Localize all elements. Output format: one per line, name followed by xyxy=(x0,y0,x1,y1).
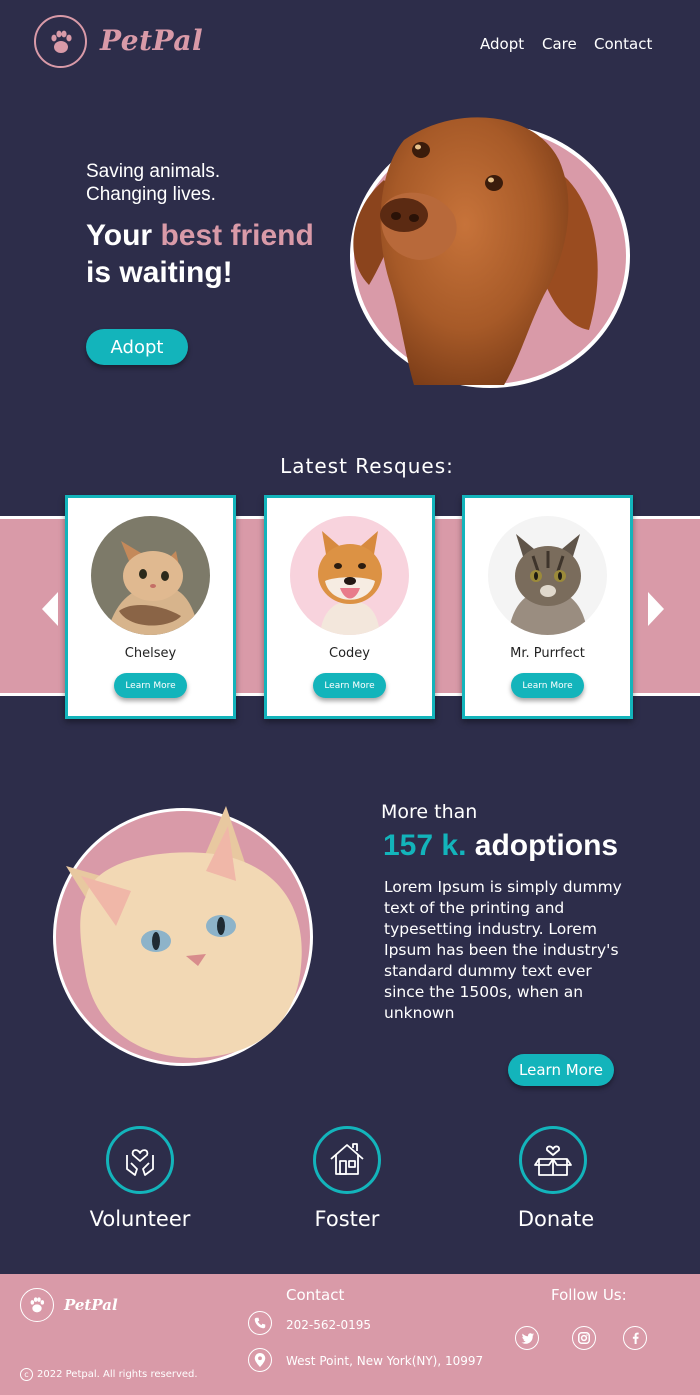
footer-phone[interactable]: 202-562-0195 xyxy=(286,1318,371,1332)
headline-text: Your xyxy=(86,219,161,252)
stats-body: Lorem Ipsum is simply dummy text of the … xyxy=(384,878,622,1022)
pet-name: Codey xyxy=(329,646,370,661)
learn-more-button[interactable]: Learn More xyxy=(508,1054,614,1086)
facebook-icon[interactable] xyxy=(623,1326,647,1350)
headline-highlight: best friend xyxy=(160,219,314,252)
follow-us-title: Follow Us: xyxy=(551,1286,627,1304)
hero-dog-image xyxy=(350,117,630,388)
heart-hands-icon[interactable] xyxy=(106,1126,174,1194)
phone-icon xyxy=(248,1311,272,1335)
adopt-button[interactable]: Adopt xyxy=(86,329,188,365)
volunteer-label[interactable]: Volunteer xyxy=(60,1207,220,1231)
logo-paw-icon[interactable] xyxy=(34,15,87,68)
hero-headline-2: is waiting! xyxy=(86,256,233,289)
adoptions-label: adoptions xyxy=(466,829,619,862)
adoptions-count: 157 k. xyxy=(383,829,467,862)
footer-paw-icon[interactable] xyxy=(20,1288,54,1322)
location-pin-icon xyxy=(248,1348,272,1372)
nav-contact[interactable]: Contact xyxy=(594,35,652,53)
hero-tagline-2: Changing lives. xyxy=(86,184,216,205)
hero-headline-1: Your best friend xyxy=(86,219,314,253)
pet-photo-cat xyxy=(91,516,210,635)
footer-brand[interactable]: PetPal xyxy=(64,1296,118,1314)
stats-intro: More than xyxy=(381,801,478,823)
rescues-title: Latest Resques: xyxy=(280,454,454,478)
pet-name: Chelsey xyxy=(124,646,177,661)
hero-tagline-1: Saving animals. xyxy=(86,161,221,182)
foster-label[interactable]: Foster xyxy=(267,1207,427,1231)
carousel-next-icon[interactable] xyxy=(648,592,664,626)
instagram-icon[interactable] xyxy=(572,1326,596,1350)
brand-name[interactable]: PetPal xyxy=(100,24,203,57)
nav-care[interactable]: Care xyxy=(542,35,577,53)
rescue-card[interactable]: Chelsey Learn More xyxy=(65,495,236,719)
pet-name: Mr. Purrfect xyxy=(510,646,585,661)
footer-contact-title: Contact xyxy=(286,1286,345,1304)
pet-photo-cat xyxy=(488,516,607,635)
copyright-icon: c xyxy=(20,1368,33,1381)
learn-more-button[interactable]: Learn More xyxy=(511,673,584,698)
stats-number: 157 k. adoptions xyxy=(383,829,618,863)
learn-more-button[interactable]: Learn More xyxy=(114,673,187,698)
rescue-card[interactable]: Mr. Purrfect Learn More xyxy=(462,495,633,719)
footer-address[interactable]: West Point, New York(NY), 10997 xyxy=(286,1354,483,1368)
donate-label[interactable]: Donate xyxy=(476,1207,636,1231)
house-icon[interactable] xyxy=(313,1126,381,1194)
carousel-prev-icon[interactable] xyxy=(42,592,58,626)
pet-photo-dog xyxy=(290,516,409,635)
footer-copyright: 2022 Petpal. All rights reserved. xyxy=(37,1369,198,1380)
nav-adopt[interactable]: Adopt xyxy=(480,35,524,53)
heart-box-icon[interactable] xyxy=(519,1126,587,1194)
cat-image xyxy=(53,806,313,1066)
learn-more-button[interactable]: Learn More xyxy=(313,673,386,698)
rescue-card[interactable]: Codey Learn More xyxy=(264,495,435,719)
twitter-icon[interactable] xyxy=(515,1326,539,1350)
